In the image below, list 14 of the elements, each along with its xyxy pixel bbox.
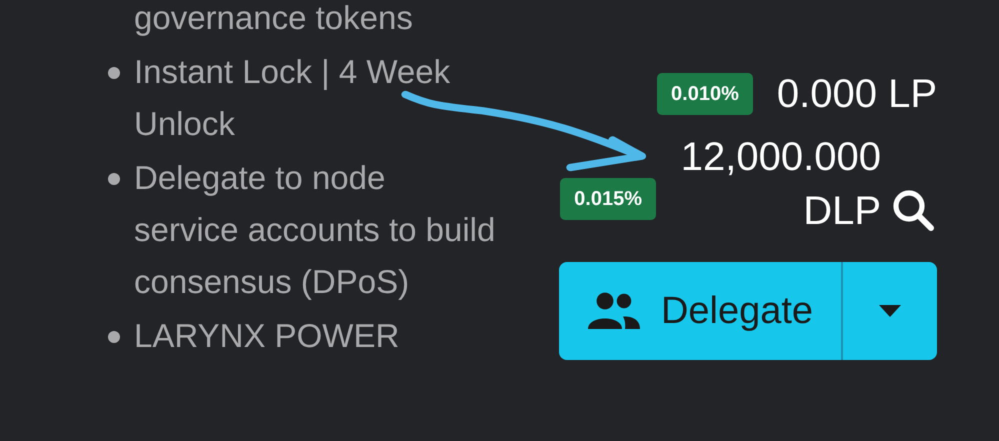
rate-badge: 0.015% [560,178,656,220]
balance-amount: 12,000.000 DLP [680,134,881,235]
caret-icon [879,305,901,317]
balance-amount: 0.000 LP [776,71,937,118]
delegate-button[interactable]: Delegate [559,262,843,360]
people-icon [586,291,641,331]
bullet-icon [108,67,120,79]
feature-text: Instant Lock | 4 Week Unlock [134,52,452,144]
bullet-icon [108,173,120,185]
feature-text: Delegate to node service accounts to build consensus (DPoS) [134,158,496,302]
feature-text: LARYNX POWER [134,316,400,356]
feature-text: governance tokens [134,0,414,38]
rate-badge: 0.010% [657,73,753,115]
bullet-icon [108,331,120,343]
